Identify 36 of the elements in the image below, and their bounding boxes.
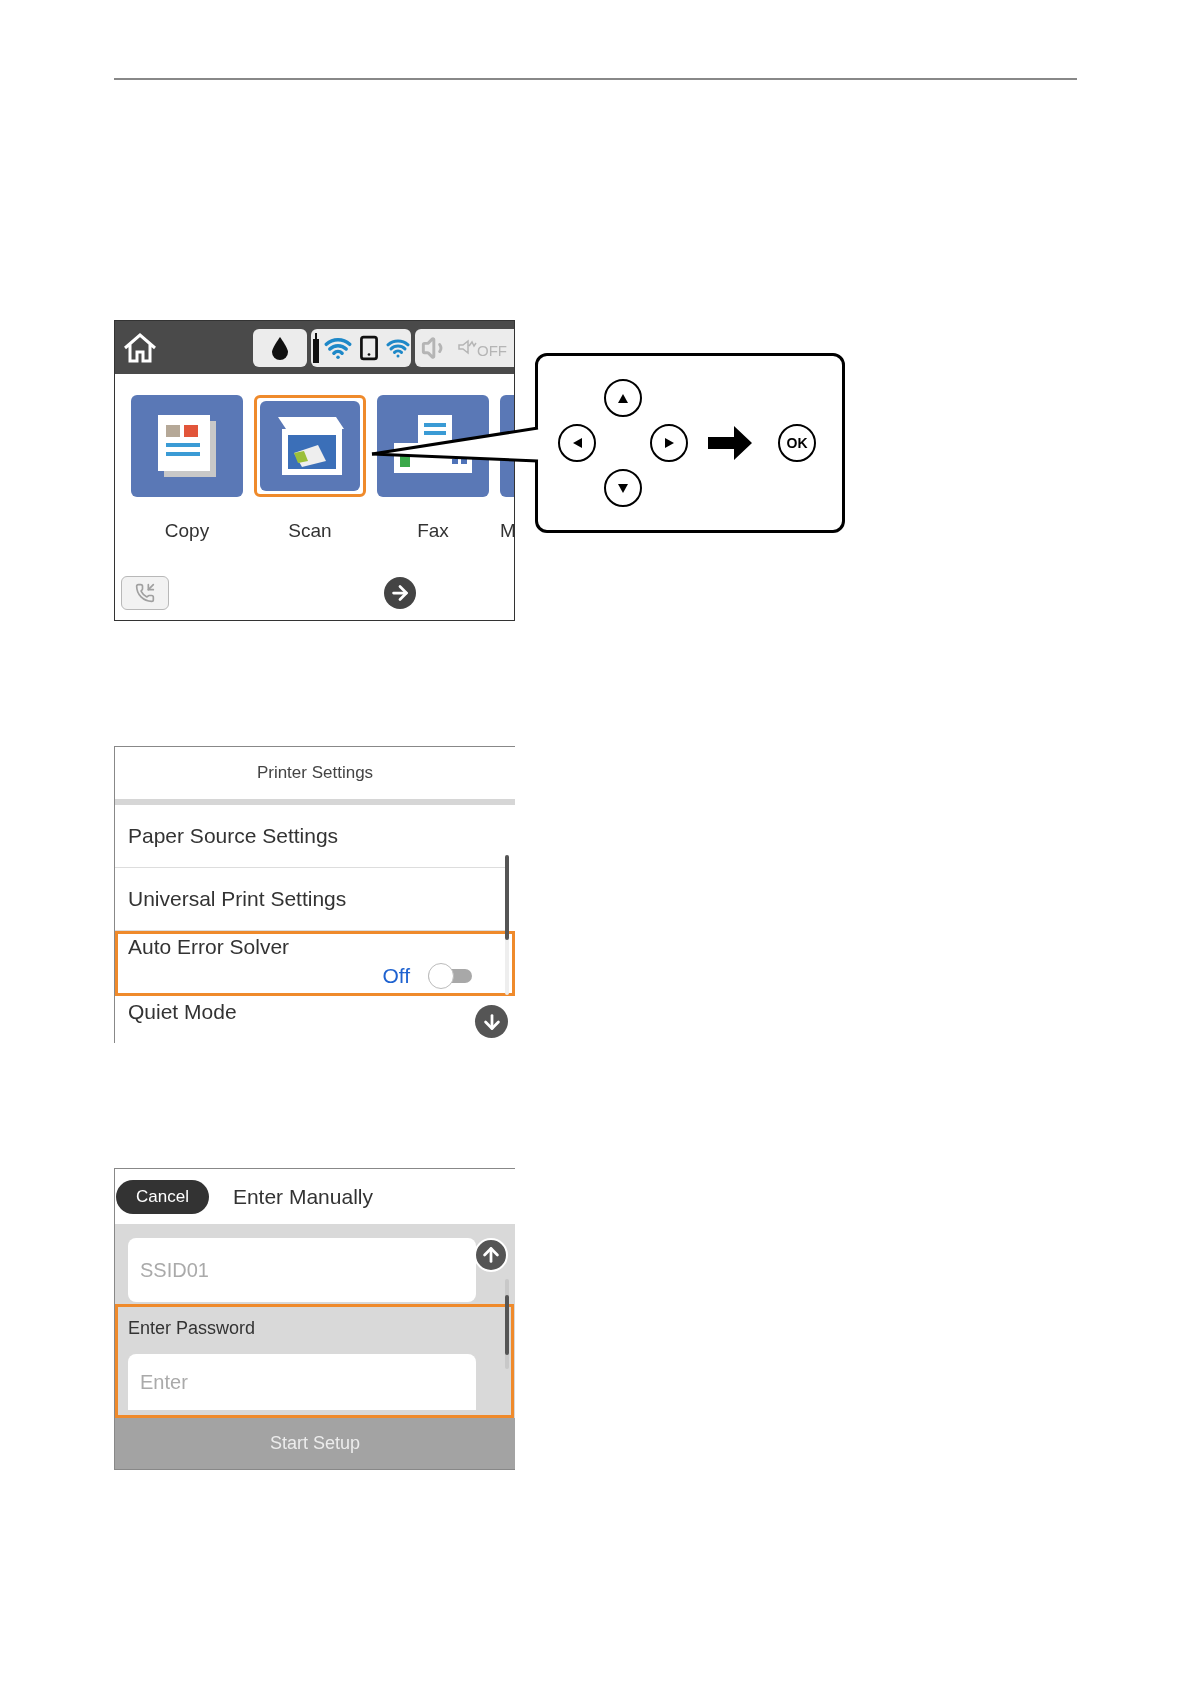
arrow-right-icon <box>708 426 752 460</box>
field-label: Enter Password <box>128 1317 257 1340</box>
row-label: Auto Error Solver <box>128 934 291 960</box>
toggle-value: Off <box>382 963 410 990</box>
call-log-button[interactable] <box>121 575 169 610</box>
screen-title: Enter Manually <box>232 1183 373 1210</box>
arrow-up-icon <box>480 1244 502 1266</box>
triangle-down-icon <box>618 483 628 493</box>
tile-label: Fax <box>417 519 449 543</box>
document-icon <box>156 413 218 479</box>
next-page-button[interactable] <box>384 576 416 609</box>
menu-tile[interactable] <box>131 395 243 497</box>
cancel-button[interactable]: Cancel <box>116 1179 209 1214</box>
row-label: Paper Source Settings <box>128 822 339 849</box>
ink-drop-icon <box>271 335 289 360</box>
router-icon <box>312 332 320 363</box>
settings-row[interactable]: Auto Error Solver Off <box>115 931 515 996</box>
password-field[interactable]: Enter <box>128 1354 476 1410</box>
triangle-left-icon <box>572 438 582 448</box>
settings-row[interactable]: Quiet Mode <box>115 996 455 1043</box>
screen-title: Printer Settings <box>256 762 374 785</box>
menu-tile[interactable] <box>254 395 366 497</box>
tile-label: M <box>500 519 514 543</box>
home-icon[interactable] <box>122 331 158 364</box>
row-label: Quiet Mode <box>128 999 237 1025</box>
triangle-up-icon <box>618 393 628 403</box>
tile-label: Copy <box>164 519 210 543</box>
row-label: Universal Print Settings <box>128 885 347 912</box>
password-section[interactable]: Enter Password Enter <box>115 1304 514 1418</box>
scroll-down-button[interactable] <box>475 1005 508 1038</box>
ink-status[interactable] <box>253 328 307 367</box>
phone-icon <box>135 582 155 603</box>
triangle-right-icon <box>664 438 674 448</box>
toggle-switch[interactable] <box>428 963 472 989</box>
network-status[interactable] <box>311 328 411 367</box>
tile-label: Scan <box>288 519 332 543</box>
